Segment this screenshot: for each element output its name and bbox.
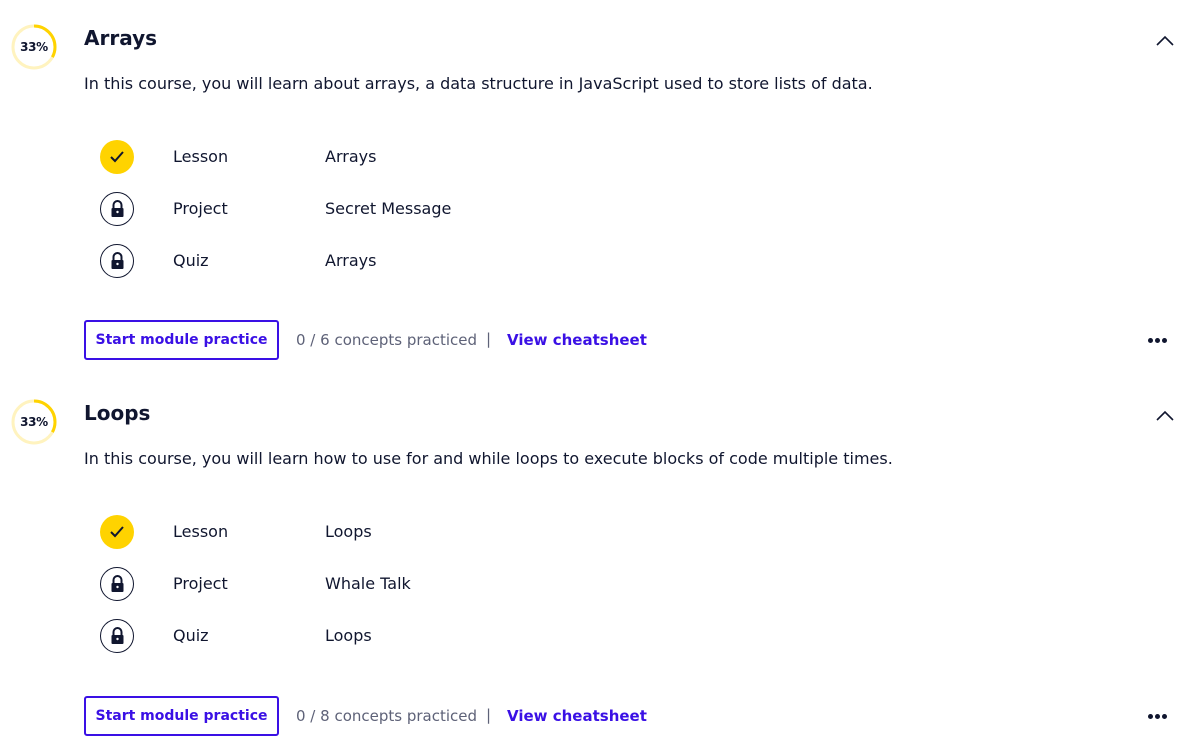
list-item-lesson[interactable]: Lesson Loops [100,515,600,551]
module-description: In this course, you will learn about arr… [84,74,873,93]
item-type: Quiz [173,251,209,270]
view-cheatsheet-link[interactable]: View cheatsheet [507,331,647,349]
concepts-practiced: 0 / 6 concepts practiced [296,331,478,349]
lock-icon [100,192,134,226]
item-name[interactable]: Whale Talk [325,574,411,593]
item-type: Project [173,574,228,593]
item-name[interactable]: Arrays [325,147,376,166]
item-type: Lesson [173,147,229,166]
check-icon [100,140,134,174]
lock-icon [100,244,134,278]
list-item-quiz[interactable]: Quiz Loops [100,619,600,655]
item-name[interactable]: Loops [325,522,372,541]
view-cheatsheet-link[interactable]: View cheatsheet [507,707,647,725]
item-type: Quiz [173,626,209,645]
collapse-chevron-icon[interactable] [1152,30,1178,52]
module-title: Loops [84,401,151,425]
item-name[interactable]: Secret Message [325,199,451,218]
item-type: Lesson [173,522,229,541]
lock-icon [100,619,134,653]
list-item-project[interactable]: Project Whale Talk [100,567,600,603]
check-icon [100,515,134,549]
item-name[interactable]: Arrays [325,251,376,270]
item-name[interactable]: Loops [325,626,372,645]
collapse-chevron-icon[interactable] [1152,405,1178,427]
divider: | [486,706,492,724]
start-module-practice-button[interactable]: Start module practice [84,320,279,360]
item-type: Project [173,199,228,218]
start-module-practice-button[interactable]: Start module practice [84,696,279,736]
progress-percent: 33% [20,40,48,54]
module-arrays: 33% Arrays In this course, you will lear… [0,0,1202,375]
progress-ring: 33% [10,398,58,446]
list-item-lesson[interactable]: Lesson Arrays [100,140,600,176]
progress-ring: 33% [10,23,58,71]
list-item-quiz[interactable]: Quiz Arrays [100,244,600,280]
more-options-icon[interactable] [1146,706,1170,726]
divider: | [486,330,492,348]
module-title: Arrays [84,26,158,50]
progress-percent: 33% [20,415,48,429]
lock-icon [100,567,134,601]
more-options-icon[interactable] [1146,330,1170,350]
module-loops: 33% Loops In this course, you will learn… [0,375,1202,750]
list-item-project[interactable]: Project Secret Message [100,192,600,228]
concepts-practiced: 0 / 8 concepts practiced [296,707,478,725]
module-description: In this course, you will learn how to us… [84,449,893,468]
